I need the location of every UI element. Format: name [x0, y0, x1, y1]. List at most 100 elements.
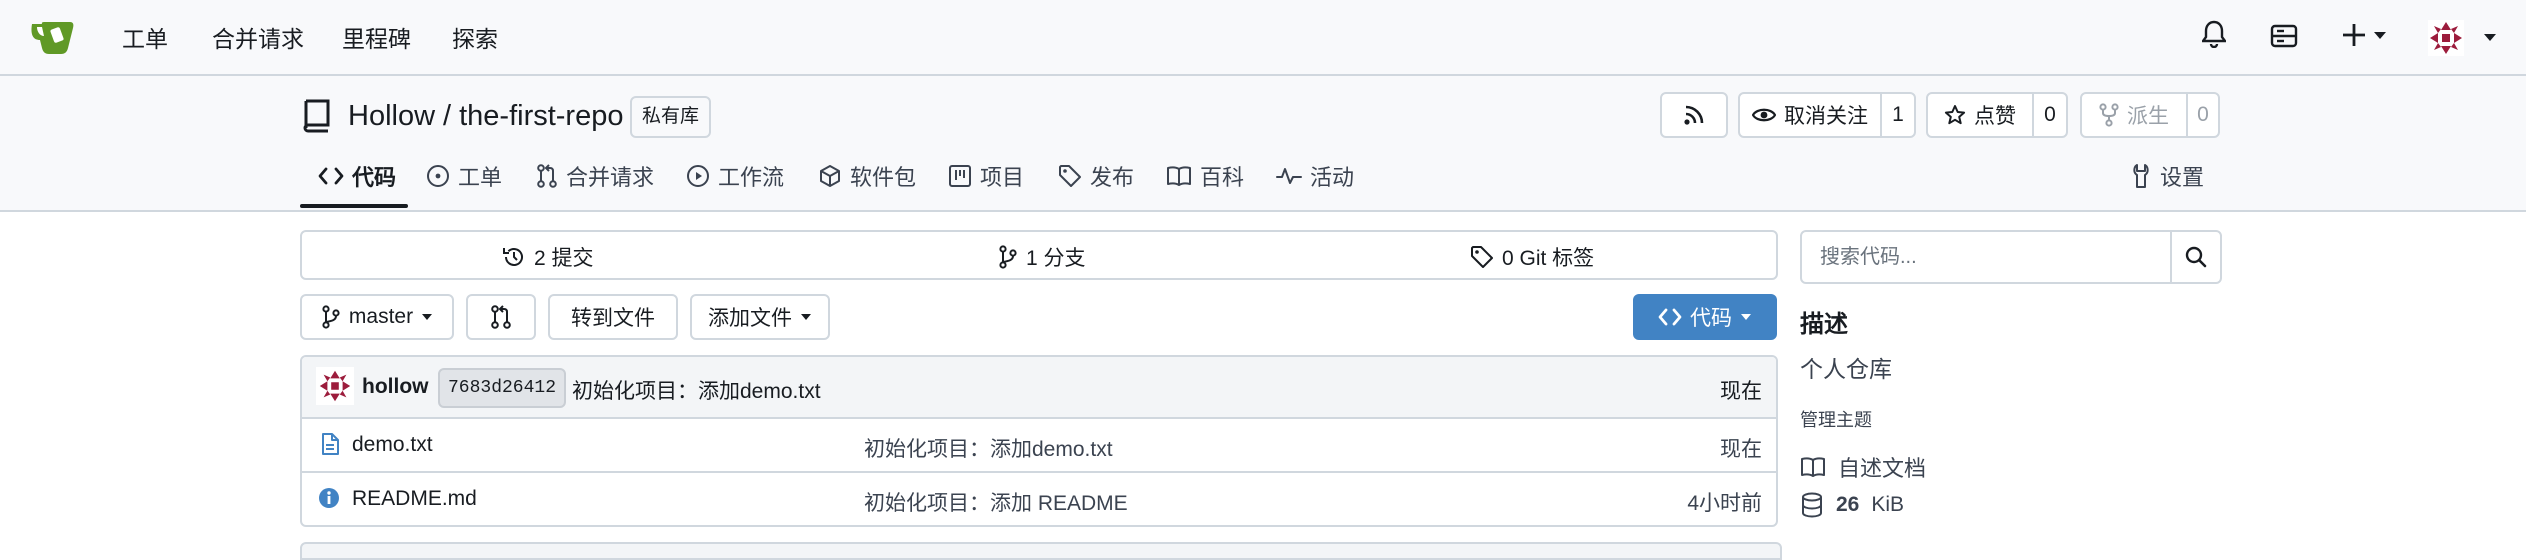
tab-code-label: 代码 — [352, 165, 397, 190]
wrench-icon — [2130, 163, 2152, 189]
commit-author[interactable]: hollow — [362, 375, 429, 399]
watch-count[interactable]: 1 — [1880, 94, 1914, 136]
info-icon — [318, 487, 340, 509]
repo-size-unit: KiB — [1871, 493, 1905, 516]
repo-icon — [302, 98, 332, 134]
active-tab-underline — [300, 204, 408, 208]
tags-count: 0 Git 标签 — [1502, 247, 1595, 270]
fork-label: 派生 — [2127, 105, 2169, 128]
fork-count[interactable]: 0 — [2186, 94, 2218, 136]
gitea-logo[interactable] — [30, 16, 78, 56]
search-icon — [2185, 246, 2207, 268]
code-button-label: 代码 — [1690, 307, 1732, 330]
tab-wiki[interactable]: 百科 — [1166, 160, 1244, 192]
fork-icon — [2099, 103, 2119, 127]
private-badge: 私有库 — [630, 96, 712, 138]
tab-issues[interactable]: 工单 — [426, 160, 502, 192]
nav-milestones[interactable]: 里程碑 — [342, 20, 411, 54]
unwatch-button-group: 取消关注 1 — [1738, 92, 1916, 138]
code-search-box — [1800, 230, 2222, 284]
tab-actions[interactable]: 工作流 — [686, 160, 784, 192]
commits-link[interactable]: 2 提交 — [502, 242, 594, 272]
tag-icon — [1470, 245, 1494, 269]
tab-activity-label: 活动 — [1310, 165, 1355, 190]
add-file-label: 添加文件 — [708, 307, 792, 330]
tab-releases[interactable]: 发布 — [1058, 160, 1134, 192]
branches-link[interactable]: 1 分支 — [998, 242, 1086, 272]
top-navbar: 工单 合并请求 里程碑 探索 — [0, 0, 2526, 76]
star-button[interactable]: 点赞 — [1928, 100, 2032, 130]
tab-wiki-label: 百科 — [1200, 165, 1245, 190]
file-table: hollow 7683d26412 初始化项目：添加demo.txt 现在 de… — [300, 355, 1778, 527]
search-button[interactable] — [2170, 232, 2220, 282]
file-icon — [320, 432, 340, 456]
branch-name: master — [348, 305, 414, 328]
goto-file-button[interactable]: 转到文件 — [548, 294, 678, 340]
bell-icon[interactable] — [2202, 20, 2226, 48]
tab-activity[interactable]: 活动 — [1276, 160, 1354, 192]
tab-packages[interactable]: 软件包 — [818, 160, 916, 192]
repo-name-link[interactable]: the-first-repo — [459, 100, 623, 133]
unwatch-label: 取消关注 — [1784, 105, 1868, 128]
tab-projects[interactable]: 项目 — [948, 160, 1024, 192]
commit-sha-badge[interactable]: 7683d26412 — [438, 368, 567, 408]
star-count[interactable]: 0 — [2032, 94, 2066, 136]
tab-code[interactable]: 代码 — [318, 160, 396, 192]
author-avatar[interactable] — [316, 367, 354, 405]
play-icon — [686, 164, 710, 188]
fork-button-group: 派生 0 — [2080, 92, 2220, 138]
eye-icon — [1752, 106, 1776, 124]
tags-link[interactable]: 0 Git 标签 — [1470, 242, 1594, 272]
tab-pull-requests[interactable]: 合并请求 — [536, 160, 654, 192]
goto-file-label: 转到文件 — [571, 307, 655, 330]
chevron-down-icon — [1740, 313, 1752, 321]
file-commit-message[interactable]: 初始化项目：添加 README — [864, 487, 1128, 517]
repo-summary-bar: 2 提交 1 分支 0 Git 标签 — [300, 230, 1778, 280]
book-icon — [1800, 456, 1826, 478]
star-button-group: 点赞 0 — [1926, 92, 2068, 138]
file-name-link[interactable]: README.md — [352, 487, 477, 511]
unwatch-button[interactable]: 取消关注 — [1740, 100, 1880, 130]
branches-count: 1 分支 — [1026, 247, 1086, 270]
file-commit-message[interactable]: 初始化项目：添加demo.txt — [864, 433, 1113, 463]
nav-issues[interactable]: 工单 — [122, 20, 168, 54]
code-icon — [1658, 308, 1682, 326]
pull-request-icon — [490, 304, 512, 330]
commits-count: 2 提交 — [534, 247, 594, 270]
pulse-icon — [1276, 165, 1302, 187]
repo-owner-link[interactable]: Hollow — [348, 100, 435, 133]
code-search-input[interactable] — [1802, 232, 2174, 282]
rss-feed-button[interactable] — [1660, 92, 1728, 138]
commit-message[interactable]: 初始化项目：添加demo.txt — [572, 375, 821, 405]
fork-button[interactable]: 派生 — [2082, 100, 2186, 130]
manage-topics-link[interactable]: 管理主题 — [1800, 406, 1872, 432]
tab-issues-label: 工单 — [458, 165, 503, 190]
code-icon — [318, 167, 344, 185]
file-commit-time: 现在 — [1720, 438, 1762, 461]
code-clone-button[interactable]: 代码 — [1633, 294, 1777, 340]
history-icon — [502, 245, 526, 269]
compare-button[interactable] — [466, 294, 536, 340]
readme-label: 自述文档 — [1838, 456, 1927, 481]
star-icon — [1944, 104, 1966, 126]
notifications-inbox-icon[interactable] — [2270, 24, 2298, 48]
package-icon — [818, 164, 842, 188]
file-name-link[interactable]: demo.txt — [352, 433, 433, 457]
user-avatar-menu[interactable] — [2426, 18, 2502, 58]
pull-request-icon — [536, 163, 558, 189]
tab-settings[interactable]: 设置 — [2130, 160, 2204, 192]
nav-explore[interactable]: 探索 — [452, 20, 498, 54]
readme-link[interactable]: 自述文档 — [1800, 451, 1926, 483]
repo-size: 26 KiB — [1800, 492, 1904, 518]
repo-description: 个人仓库 — [1800, 356, 1892, 382]
branch-selector[interactable]: master — [300, 294, 454, 340]
issue-icon — [426, 164, 450, 188]
table-row: README.md 初始化项目：添加 README 4小时前 — [302, 473, 1776, 525]
nav-pull-requests[interactable]: 合并请求 — [212, 20, 304, 54]
create-new-plus-icon[interactable] — [2342, 22, 2388, 48]
project-board-icon — [948, 164, 972, 188]
repo-title: Hollow / the-first-repo — [348, 100, 623, 133]
tab-packages-label: 软件包 — [850, 165, 917, 190]
branch-icon — [321, 305, 341, 329]
add-file-dropdown[interactable]: 添加文件 — [690, 294, 830, 340]
